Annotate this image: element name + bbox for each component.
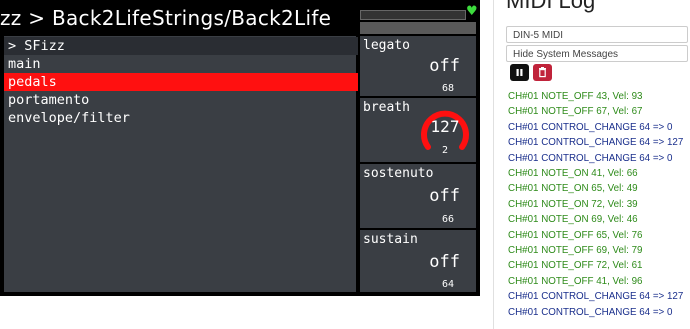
control-legato-label: legato: [363, 38, 410, 53]
trash-icon: [539, 67, 546, 78]
control-sustain-state: off: [429, 252, 460, 272]
midi-log-entry: CH#01 NOTE_OFF 65, Vel: 76: [508, 229, 643, 241]
midi-input-select[interactable]: DIN-5 MIDI: [506, 26, 688, 43]
midi-log-entry: CH#01 NOTE_OFF 69, Vel: 79: [508, 245, 643, 256]
midi-log-entry: CH#01 CONTROL_CHANGE 64 => 0: [508, 121, 673, 133]
midi-log-panel: MIDI Log DIN-5 MIDI Hide System Messages…: [496, 0, 690, 329]
control-sostenuto-cc: 66: [441, 214, 454, 225]
midi-log-entry: CH#01 NOTE_OFF 43, Vel: 93: [508, 91, 643, 102]
control-sustain-cc: 64: [441, 279, 454, 290]
panel-divider: [480, 0, 494, 329]
preset-path-title: zz > Back2LifeStrings/Back2Life: [0, 0, 356, 36]
menu-item-sfizz[interactable]: > SFizz: [4, 37, 358, 55]
synth-device-screen: zz > Back2LifeStrings/Back2Life ♥ > SFiz…: [0, 0, 480, 296]
pause-button[interactable]: [510, 64, 529, 81]
midi-log-entry: CH#01 CONTROL_CHANGE 64 => 127: [508, 137, 684, 149]
menu-item-portamento[interactable]: portamento: [4, 91, 358, 109]
midi-log-entry: CH#01 NOTE_OFF 67, Vel: 67: [508, 106, 643, 118]
control-breath-cc: 2: [441, 145, 449, 156]
pause-icon: [516, 69, 523, 76]
midi-log-entry: CH#01 NOTE_ON 41, Vel: 66: [508, 168, 638, 179]
midi-log-entry: CH#01 CONTROL_CHANGE 64 => 0: [508, 152, 673, 164]
control-sostenuto-state: off: [429, 186, 460, 206]
hide-system-messages-toggle[interactable]: Hide System Messages: [506, 45, 688, 62]
control-sostenuto-label: sostenuto: [363, 166, 434, 181]
menu-list: > SFizz main pedals portamento envelope/…: [4, 36, 358, 292]
midi-log-entry: CH#01 CONTROL_CHANGE 64 => 0: [508, 306, 673, 318]
menu-item-main[interactable]: main: [4, 55, 358, 73]
control-legato[interactable]: legato off 68: [360, 36, 476, 96]
control-sustain-label: sustain: [363, 232, 418, 247]
midi-log-entry: CH#01 NOTE_ON 69, Vel: 46: [508, 214, 638, 226]
control-sustain[interactable]: sustain off 64: [360, 230, 476, 292]
header-strip: [360, 22, 476, 34]
control-legato-state: off: [429, 56, 460, 76]
midi-log-entry: CH#01 NOTE_OFF 41, Vel: 96: [508, 275, 643, 287]
heart-icon: ♥: [466, 4, 478, 19]
control-breath[interactable]: breath 127 2: [360, 98, 476, 162]
midi-log-entry: CH#01 NOTE_ON 72, Vel: 39: [508, 198, 638, 210]
control-breath-value: 127: [430, 117, 460, 136]
midi-log-entry: CH#01 NOTE_OFF 72, Vel: 61: [508, 260, 643, 272]
menu-item-envelope-filter[interactable]: envelope/filter: [4, 109, 358, 127]
control-legato-cc: 68: [441, 83, 454, 94]
midi-log-entry: CH#01 CONTROL_CHANGE 64 => 127: [508, 291, 684, 303]
midi-log-entry: CH#01 NOTE_ON 65, Vel: 49: [508, 183, 638, 195]
control-sostenuto[interactable]: sostenuto off 66: [360, 164, 476, 228]
clear-log-button[interactable]: [533, 64, 552, 81]
menu-item-pedals[interactable]: pedals: [4, 73, 358, 91]
midi-log-title: MIDI Log: [506, 0, 596, 13]
level-meter: [360, 10, 466, 20]
control-breath-label: breath: [363, 100, 410, 115]
